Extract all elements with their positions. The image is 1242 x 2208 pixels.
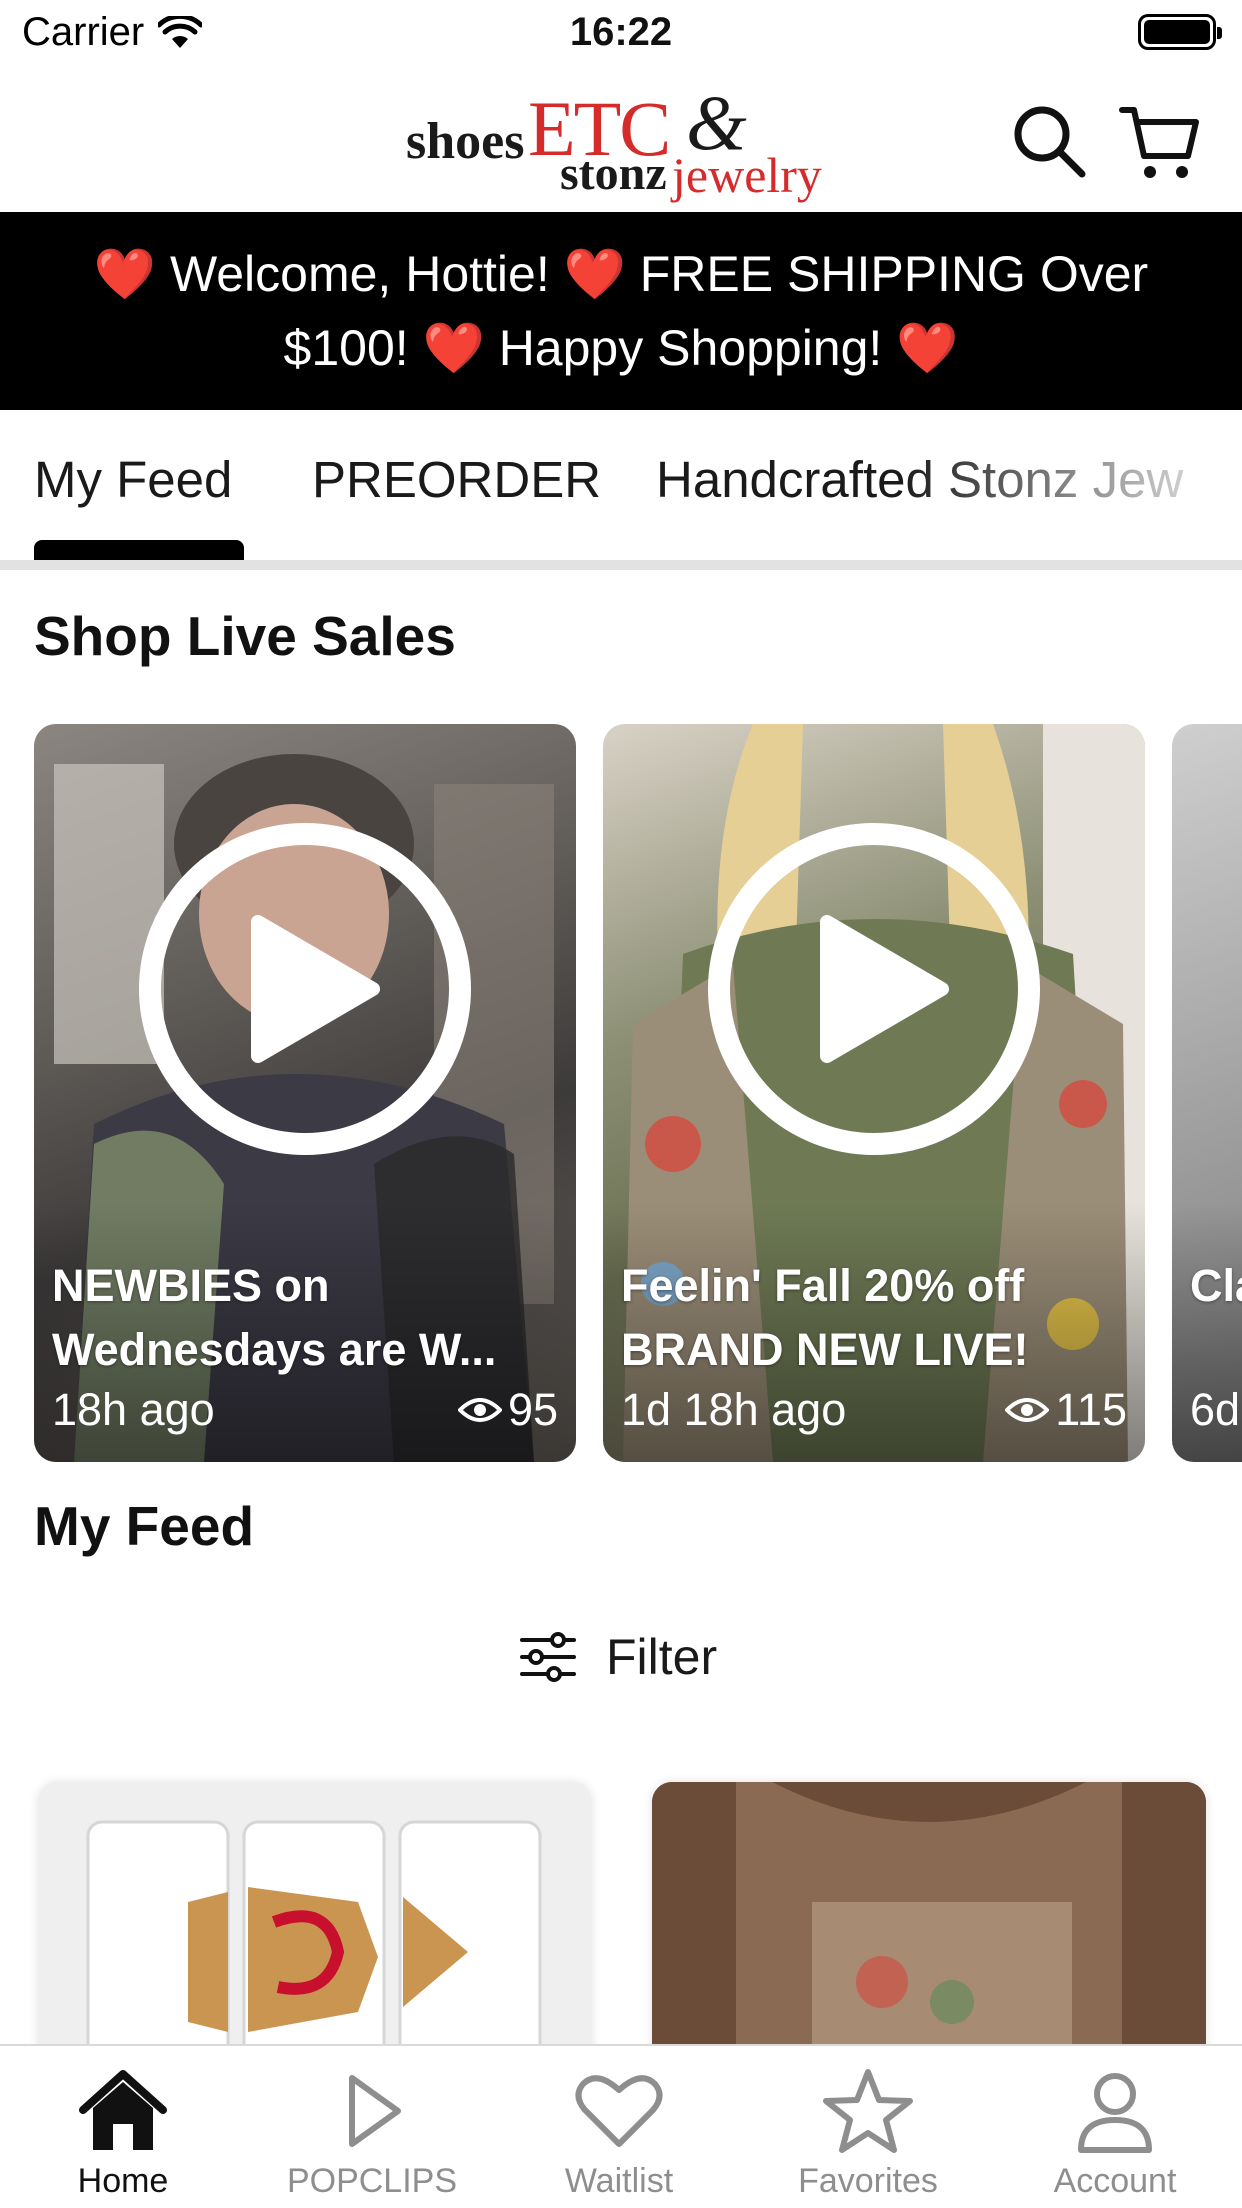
view-count: 95 (507, 1384, 558, 1435)
search-icon[interactable] (1008, 100, 1092, 184)
promo-banner-text: ❤️ Welcome, Hottie! ❤️ FREE SHIPPING Ove… (93, 246, 1149, 376)
play-icon (349, 2075, 401, 2147)
nav-home-label: Home (77, 2162, 169, 2200)
filter-button[interactable]: Filter (518, 1622, 717, 1692)
filter-label: Filter (606, 1629, 718, 1685)
live-sale-card[interactable]: Cla Co 6d (1172, 724, 1242, 1462)
nav-popclips-label: POPCLIPS (286, 2162, 458, 2200)
status-bar: Carrier 16:22 (0, 0, 1242, 66)
live-sale-title: Cla Co (1190, 1260, 1242, 1311)
store-logo[interactable]: shoes ETC & stonz jewelry (404, 74, 836, 204)
category-tabs: My Feed PREORDER Handcrafted Stonz Jew (0, 410, 1242, 560)
my-feed-heading: My Feed (34, 1495, 255, 1557)
logo-stonz: stonz (560, 147, 667, 200)
sliders-icon (520, 1632, 576, 1682)
product-image (652, 1782, 1206, 2052)
product-card[interactable] (38, 1782, 592, 2052)
heart-icon (575, 2075, 663, 2147)
app-header: shoes ETC & stonz jewelry (0, 66, 1242, 212)
product-card[interactable] (652, 1782, 1206, 2052)
tab-preorder[interactable]: PREORDER (312, 450, 601, 509)
play-video-icon[interactable] (707, 822, 1041, 1156)
nav-waitlist-label: Waitlist (564, 2162, 674, 2200)
live-sale-time: 1d 18h ago (621, 1384, 847, 1435)
nav-account-label: Account (1053, 2162, 1177, 2200)
live-sale-title: Feelin' Fall 20% off BRAND NEW LIVE! (621, 1260, 1029, 1375)
logo-jewelry: jewelry (672, 147, 822, 203)
nav-popclips[interactable]: POPCLIPS (262, 2068, 482, 2201)
nav-account[interactable]: Account (1005, 2068, 1225, 2201)
tabs-divider (0, 560, 1242, 570)
live-sale-time: 18h ago (52, 1384, 215, 1435)
view-count: 115 (1055, 1384, 1127, 1435)
live-sale-views: 115 (1005, 1384, 1127, 1436)
logo-shoes: shoes (406, 113, 525, 170)
live-sale-card[interactable]: Feelin' Fall 20% off BRAND NEW LIVE! 1d … (603, 724, 1145, 1462)
tab-handcrafted-stonz-jewelry[interactable]: Handcrafted Stonz Jew (656, 450, 1183, 509)
live-sale-views: 95 (457, 1384, 558, 1436)
nav-favorites-label: Favorites (798, 2162, 938, 2200)
promo-banner: ❤️ Welcome, Hottie! ❤️ FREE SHIPPING Ove… (0, 212, 1242, 410)
live-sale-title: NEWBIES on Wednesdays are W... (52, 1260, 497, 1375)
live-sale-card[interactable]: NEWBIES on Wednesdays are W... 18h ago 9… (34, 724, 576, 1462)
active-tab-indicator (34, 540, 244, 560)
nav-home[interactable]: Home (13, 2068, 233, 2201)
live-sales-carousel: NEWBIES on Wednesdays are W... 18h ago 9… (0, 724, 1242, 1464)
battery-icon (1138, 14, 1222, 50)
tab-my-feed[interactable]: My Feed (34, 450, 232, 509)
bottom-tab-bar: Home POPCLIPS Waitlist Favorites Account (0, 2044, 1242, 2208)
nav-waitlist[interactable]: Waitlist (509, 2068, 729, 2201)
status-time: 16:22 (569, 10, 673, 54)
live-sales-heading: Shop Live Sales (34, 605, 456, 667)
product-image (86, 1820, 542, 2052)
eye-icon (457, 1398, 502, 1422)
play-video-icon[interactable] (138, 822, 472, 1156)
eye-icon (1005, 1398, 1050, 1422)
star-icon (823, 2069, 913, 2153)
nav-favorites[interactable]: Favorites (758, 2068, 978, 2201)
cart-icon[interactable] (1118, 100, 1202, 184)
home-icon (79, 2070, 167, 2150)
person-icon (1078, 2073, 1152, 2153)
live-sale-time: 6d (1190, 1384, 1241, 1435)
